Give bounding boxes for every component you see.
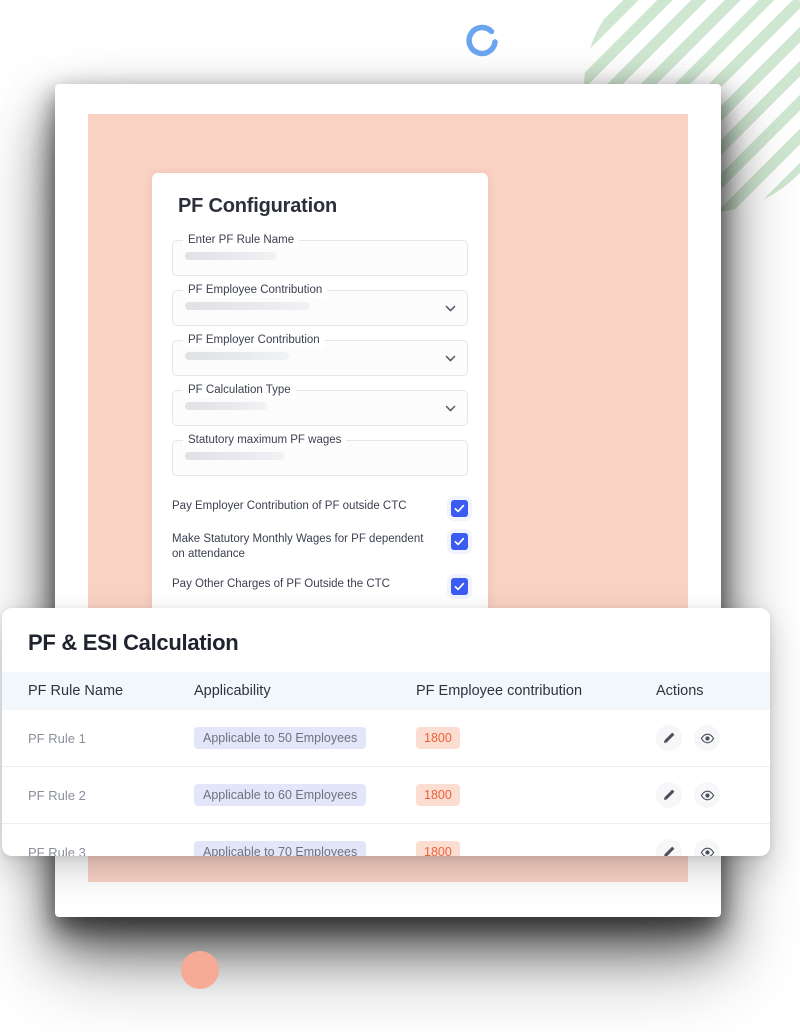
edit-pencil-icon[interactable] (656, 782, 682, 808)
table-header-row: PF Rule Name Applicability PF Employee c… (2, 672, 770, 710)
field-value-skeleton (185, 402, 267, 410)
table-title: PF & ESI Calculation (28, 630, 239, 655)
checkbox-label: Pay Employer Contribution of PF outside … (172, 500, 407, 512)
cell-contribution: 1800 (416, 766, 656, 824)
pf-configuration-card: PF Configuration Enter PF Rule Name PF E… (152, 173, 488, 612)
table-row[interactable]: PF Rule 1 Applicable to 50 Employees 180… (2, 710, 770, 767)
table-row[interactable]: PF Rule 2 Applicable to 60 Employees 180… (2, 766, 770, 824)
chevron-down-icon[interactable] (444, 302, 457, 315)
cell-rule-name: PF Rule 2 (2, 766, 194, 824)
edit-pencil-icon[interactable] (656, 725, 682, 751)
chevron-down-icon[interactable] (444, 402, 457, 415)
row-actions (656, 725, 770, 751)
checkbox-row-pay-employer-contribution-outside-ctc[interactable]: Pay Employer Contribution of PF outside … (172, 490, 468, 526)
peach-dot-icon (181, 951, 219, 989)
checkbox-pay-other-charges-outside-ctc[interactable] (451, 578, 468, 595)
status-badge: Applicable to 70 Employees (194, 841, 367, 856)
cell-actions (656, 766, 770, 824)
cell-rule-name: PF Rule 3 (28, 844, 86, 857)
checkbox-label: Pay Other Charges of PF Outside the CTC (172, 578, 390, 590)
field-label: Enter PF Rule Name (183, 233, 300, 248)
column-header-pf-employee-contribution: PF Employee contribution (416, 683, 583, 699)
page-title: PF Configuration (178, 195, 337, 217)
cell-rule-name: PF Rule 1 (2, 710, 194, 767)
field-statutory-maximum-pf-wages[interactable]: Statutory maximum PF wages (172, 433, 468, 476)
checkbox-row-statutory-monthly-wages-attendance[interactable]: Make Statutory Monthly Wages for PF depe… (172, 526, 468, 571)
field-value-skeleton (185, 252, 277, 260)
refresh-spinner-icon (460, 20, 504, 64)
table-body: PF Rule 1 Applicable to 50 Employees 180… (2, 710, 770, 856)
pf-esi-table: PF Rule Name Applicability PF Employee c… (2, 672, 770, 856)
table-header: PF Rule Name Applicability PF Employee c… (2, 672, 770, 710)
row-actions (656, 839, 770, 856)
column-header-applicability: Applicability (194, 683, 271, 699)
column-header-pf-rule-name: PF Rule Name (28, 683, 124, 699)
view-eye-icon[interactable] (694, 782, 720, 808)
field-pf-employee-contribution[interactable]: PF Employee Contribution (172, 283, 468, 326)
cell-contribution: 1800 (416, 824, 656, 856)
field-value-skeleton (185, 352, 289, 360)
field-label: PF Calculation Type (183, 383, 296, 398)
view-eye-icon[interactable] (694, 725, 720, 751)
screenshot-stage: PF Configuration Enter PF Rule Name PF E… (0, 0, 800, 1032)
field-value-skeleton (185, 452, 285, 460)
amount-badge: 1800 (416, 727, 460, 749)
checkbox-label: Make Statutory Monthly Wages for PF depe… (172, 533, 424, 560)
row-actions (656, 782, 770, 808)
field-label: PF Employee Contribution (183, 283, 328, 298)
field-pf-employer-contribution[interactable]: PF Employer Contribution (172, 333, 468, 376)
cell-applicability: Applicable to 70 Employees (194, 824, 416, 856)
field-pf-calculation-type[interactable]: PF Calculation Type (172, 383, 468, 426)
field-label: Statutory maximum PF wages (183, 433, 347, 448)
checkbox-statutory-monthly-wages-attendance[interactable] (451, 533, 468, 550)
cell-actions (656, 710, 770, 767)
pf-esi-calculation-card: PF & ESI Calculation PF Rule Name Applic… (2, 608, 770, 856)
amount-badge: 1800 (416, 784, 460, 806)
chevron-down-icon[interactable] (444, 352, 457, 365)
amount-badge: 1800 (416, 841, 460, 856)
view-eye-icon[interactable] (694, 839, 720, 856)
cell-actions (656, 824, 770, 856)
checkbox-pay-employer-contribution-outside-ctc[interactable] (451, 500, 468, 517)
status-badge: Applicable to 60 Employees (194, 784, 367, 806)
checkbox-row-pay-other-charges-outside-ctc[interactable]: Pay Other Charges of PF Outside the CTC (172, 571, 468, 604)
cell-applicability: Applicable to 50 Employees (194, 710, 416, 767)
column-header-actions: Actions (656, 683, 704, 699)
table-row[interactable]: PF Rule 3 Applicable to 70 Employees 180… (2, 824, 770, 857)
field-label: PF Employer Contribution (183, 333, 325, 348)
edit-pencil-icon[interactable] (656, 839, 682, 856)
field-pf-rule-name[interactable]: Enter PF Rule Name (172, 233, 468, 276)
cell-contribution: 1800 (416, 710, 656, 767)
status-badge: Applicable to 50 Employees (194, 727, 367, 749)
field-value-skeleton (185, 302, 310, 310)
cell-applicability: Applicable to 60 Employees (194, 766, 416, 824)
